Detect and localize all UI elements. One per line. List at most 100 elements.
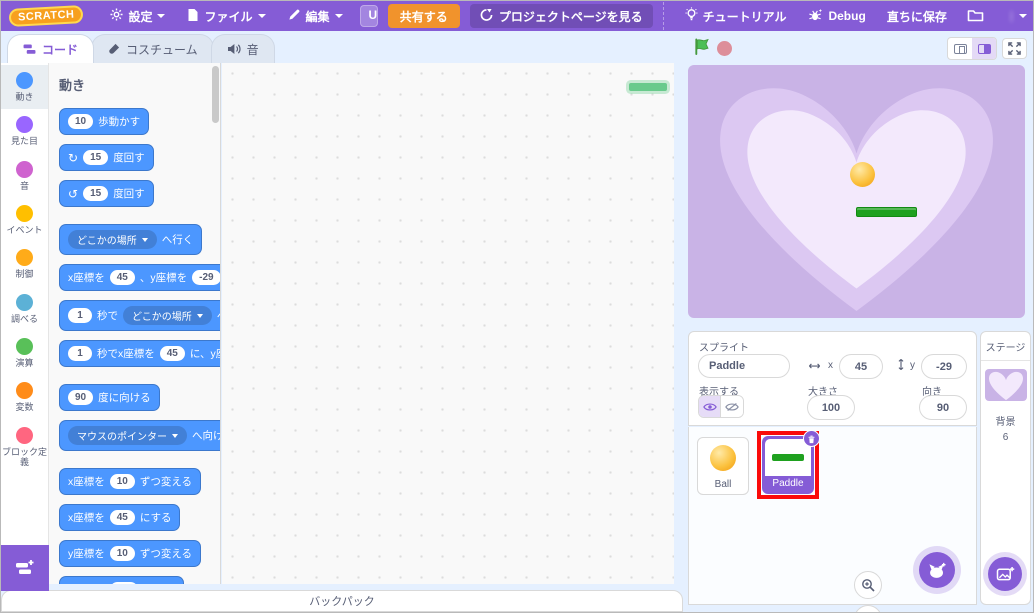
green-flag-button[interactable] (693, 38, 710, 60)
x-position-input[interactable]: 45 (839, 354, 883, 379)
debug-menu[interactable]: Debug (797, 1, 876, 31)
block-dropdown[interactable]: どこかの場所 (123, 306, 212, 325)
block-text: 秒で (97, 308, 118, 323)
category-音[interactable]: 音 (1, 154, 48, 198)
category-ブロック定義[interactable]: ブロック定義 (1, 420, 48, 475)
ball-sprite-on-stage[interactable] (850, 162, 875, 187)
block-number-input[interactable]: 90 (68, 390, 93, 405)
large-stage-button[interactable] (972, 38, 996, 59)
size-input[interactable]: 100 (807, 395, 855, 420)
small-stage-button[interactable] (948, 38, 972, 59)
palette-block[interactable]: マウスのポインターへ向ける (59, 420, 221, 451)
category-動き[interactable]: 動き (1, 65, 48, 109)
category-制御[interactable]: 制御 (1, 242, 48, 286)
block-text: へ行く (217, 308, 221, 323)
palette-block[interactable]: ↺15度回す (59, 180, 154, 207)
zoom-in-button[interactable] (854, 571, 882, 599)
block-dropdown[interactable]: マウスのポインター (68, 426, 187, 445)
zoom-out-button[interactable] (854, 605, 882, 613)
add-extension-button[interactable] (1, 545, 49, 591)
palette-scrollbar[interactable] (212, 66, 219, 123)
paddle-sprite-on-stage[interactable] (856, 207, 917, 217)
ball-thumbnail (698, 438, 748, 477)
block-dropdown[interactable]: どこかの場所 (68, 230, 157, 249)
scratch-logo[interactable]: SCRATCH (9, 5, 84, 27)
block-number-input[interactable]: 45 (110, 270, 135, 285)
edit-menu[interactable]: 編集 (277, 1, 354, 31)
block-number-input[interactable]: 15 (83, 186, 108, 201)
palette-block[interactable]: x座標を45、y座標を-29にする (59, 264, 221, 291)
palette-block[interactable]: ↻ 15 度回す (59, 144, 154, 171)
block-number-input[interactable]: -29 (192, 270, 220, 285)
sprite-card-ball[interactable]: Ball (697, 437, 749, 495)
stage-view[interactable] (688, 65, 1025, 318)
chevron-down-icon (258, 14, 266, 18)
stage-panel-title: ステージ (981, 332, 1030, 361)
category-イベント[interactable]: イベント (1, 198, 48, 242)
palette-block[interactable]: 1 秒でどこかの場所 へ行く (59, 300, 221, 331)
chevron-down-icon (142, 238, 148, 242)
chevron-down-icon (197, 314, 203, 318)
tutorials-menu[interactable]: チュートリアル (674, 1, 798, 31)
account-chevron-down-icon[interactable] (1019, 14, 1027, 18)
share-button[interactable]: 共有する (388, 4, 460, 28)
my-stuff-button[interactable] (957, 8, 994, 25)
paddle-costume-fragment[interactable] (629, 83, 667, 91)
show-sprite-button[interactable] (699, 396, 721, 417)
heart-thumbnail-icon (985, 369, 1027, 401)
project-title-input[interactable]: Untitled-8 (360, 5, 378, 27)
stop-button[interactable] (717, 41, 732, 56)
delete-sprite-button[interactable] (803, 430, 820, 447)
save-now-button[interactable]: 直ちに保存 (877, 1, 957, 31)
block-text: へ向ける (192, 428, 221, 443)
tab-code[interactable]: コード (7, 34, 94, 63)
block-number-input[interactable]: 45 (160, 346, 185, 361)
block-text: x座標を (68, 510, 105, 525)
palette-block[interactable]: x座標を45にする (59, 504, 180, 531)
project-page-button[interactable]: プロジェクトページを見る (470, 4, 653, 28)
tab-sounds[interactable]: 音 (211, 34, 275, 63)
category-color-dot (16, 205, 33, 222)
sprite-card-paddle[interactable]: Paddle (762, 436, 814, 494)
tab-code-label: コード (42, 41, 78, 58)
sprite-name-input[interactable]: Paddle (698, 354, 790, 378)
block-number-input[interactable]: 15 (83, 150, 108, 165)
block-number-input[interactable]: 45 (110, 510, 135, 525)
category-color-dot (16, 116, 33, 133)
category-見た目[interactable]: 見た目 (1, 109, 48, 153)
palette-block[interactable]: 90 度に向ける (59, 384, 160, 411)
palette-block[interactable]: y座標を-29にする (59, 576, 184, 584)
y-position-input[interactable]: -29 (921, 354, 967, 379)
palette-block[interactable]: 1秒でx座標を45に、y座標を-29 (59, 340, 221, 367)
block-text: 度に向ける (98, 390, 151, 405)
block-number-input[interactable]: 10 (68, 114, 93, 129)
palette-section-label: 動き (59, 75, 220, 94)
settings-menu[interactable]: 設定 (99, 1, 176, 31)
add-backdrop-button[interactable] (988, 557, 1022, 591)
block-text: 度回す (113, 150, 145, 165)
block-number-input[interactable]: 1 (68, 346, 92, 361)
palette-block[interactable]: y座標を10ずつ変える (59, 540, 201, 567)
fullscreen-button[interactable] (1002, 38, 1027, 59)
menu-bar: SCRATCH 設定 ファイル 編集 Untitled-8 共有する プロジェク… (1, 1, 1034, 31)
turn-cw-icon: ↻ (68, 152, 78, 164)
category-演算[interactable]: 演算 (1, 331, 48, 375)
direction-input[interactable]: 90 (919, 395, 967, 420)
palette-block[interactable]: x座標を10ずつ変える (59, 468, 201, 495)
stage-thumbnail[interactable] (985, 369, 1027, 401)
backpack-bar[interactable]: バックパック (1, 590, 683, 612)
block-number-input[interactable]: 10 (110, 474, 135, 489)
category-変数[interactable]: 変数 (1, 375, 48, 419)
tab-sounds-label: 音 (247, 41, 259, 58)
code-canvas[interactable] (222, 63, 674, 584)
tab-costumes[interactable]: コスチューム (91, 34, 214, 63)
block-number-input[interactable]: 10 (110, 546, 135, 561)
block-number-input[interactable]: 1 (68, 308, 92, 323)
palette-block[interactable]: 10歩動かす (59, 108, 149, 135)
block-number-input[interactable]: -29 (110, 582, 138, 584)
palette-block[interactable]: どこかの場所へ行く (59, 224, 202, 255)
category-調べる[interactable]: 調べる (1, 287, 48, 331)
hide-sprite-button[interactable] (721, 396, 743, 417)
file-menu[interactable]: ファイル (176, 1, 276, 31)
add-sprite-button[interactable] (919, 552, 955, 588)
